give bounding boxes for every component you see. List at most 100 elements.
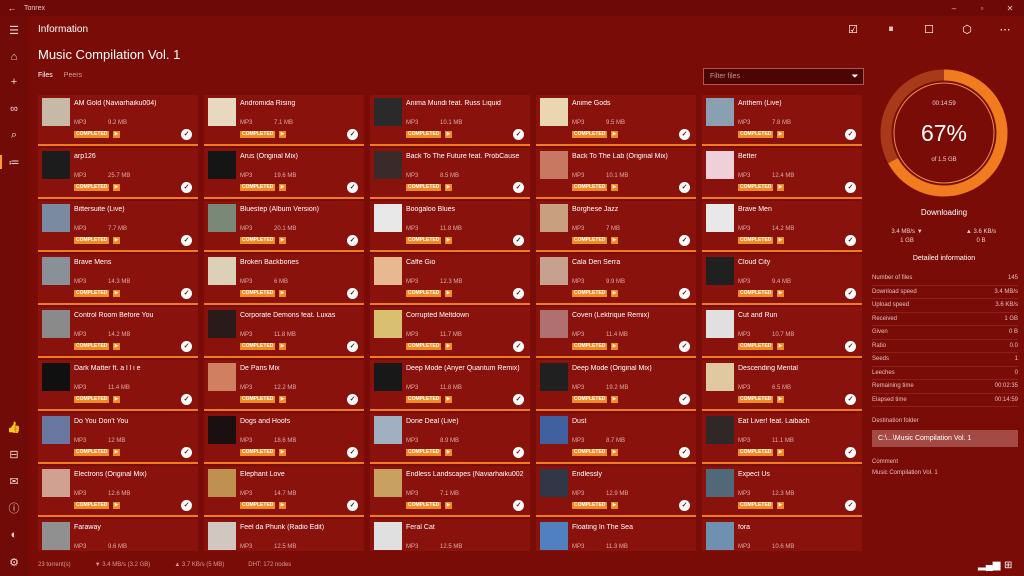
list-icon[interactable]: ≔ — [0, 151, 28, 173]
check-icon[interactable]: ✓ — [347, 129, 358, 140]
play-icon[interactable]: ▶ — [445, 343, 452, 350]
file-card[interactable]: Brave Mens MP3 14.3 MB COMPLETED ▶ ✓ — [38, 254, 198, 305]
play-icon[interactable]: ▶ — [279, 502, 286, 509]
info-icon[interactable]: ⓘ — [0, 497, 28, 519]
play-icon[interactable]: ▶ — [279, 396, 286, 403]
play-icon[interactable]: ▶ — [777, 396, 784, 403]
stop-icon[interactable]: ☐ — [910, 17, 948, 41]
file-card[interactable]: Control Room Before You MP3 14.2 MB COMPLET… — [38, 307, 198, 358]
play-icon[interactable]: ▶ — [279, 290, 286, 297]
check-icon[interactable]: ✓ — [513, 447, 524, 458]
search-icon[interactable]: ⌕ — [0, 124, 28, 146]
check-icon[interactable]: ✓ — [679, 182, 690, 193]
check-icon[interactable]: ✓ — [347, 500, 358, 511]
play-icon[interactable]: ▶ — [279, 131, 286, 138]
check-icon[interactable]: ✓ — [845, 341, 856, 352]
play-icon[interactable]: ▶ — [611, 449, 618, 456]
file-card[interactable]: Floating In The SeaMP311.3 MBCOMPLETED▶✓ — [536, 519, 696, 551]
check-icon[interactable]: ✓ — [347, 447, 358, 458]
file-card[interactable]: Done Deal (Live) MP3 8.9 MB COMPLETED ▶ ✓ — [370, 413, 530, 464]
file-card[interactable]: Electrons (Original Mix) MP3 12.6 MB COMPLE… — [38, 466, 198, 517]
minimize-icon[interactable]: – — [940, 4, 968, 13]
signal-icon[interactable]: ▂▄▆ — [978, 560, 1000, 571]
file-card[interactable]: Caffe Gio MP3 12.3 MB COMPLETED ▶ ✓ — [370, 254, 530, 305]
file-card[interactable]: foraMP310.6 MBCOMPLETED▶✓ — [702, 519, 862, 551]
check-icon[interactable]: ✓ — [845, 394, 856, 405]
file-card[interactable]: Deep Mode (Anyer Quantum Remix) MP3 11.8 M… — [370, 360, 530, 411]
check-icon[interactable]: ✓ — [679, 288, 690, 299]
back-arrow-icon[interactable]: ← — [0, 3, 24, 13]
check-icon[interactable]: ✓ — [181, 129, 192, 140]
play-icon[interactable]: ▶ — [611, 502, 618, 509]
play-icon[interactable]: ▶ — [445, 396, 452, 403]
play-icon[interactable]: ▶ — [777, 502, 784, 509]
check-icon[interactable]: ✓ — [513, 235, 524, 246]
hamburger-menu-icon[interactable]: ☰ — [0, 19, 28, 41]
link-icon[interactable]: ∞ — [0, 98, 28, 120]
play-icon[interactable]: ▶ — [113, 343, 120, 350]
more-icon[interactable]: ⋯ — [986, 17, 1024, 41]
file-card[interactable]: Borghese Jazz MP3 7 MB COMPLETED ▶ ✓ — [536, 201, 696, 252]
play-icon[interactable]: ▶ — [279, 449, 286, 456]
play-icon[interactable]: ▶ — [611, 343, 618, 350]
check-icon[interactable]: ✓ — [845, 288, 856, 299]
check-icon[interactable]: ✓ — [845, 129, 856, 140]
play-icon[interactable]: ▶ — [445, 290, 452, 297]
grid-view-icon[interactable]: ⊞ — [1004, 560, 1012, 571]
file-card[interactable]: Expect Us MP3 12.3 MB COMPLETED ▶ ✓ — [702, 466, 862, 517]
play-icon[interactable]: ▶ — [445, 502, 452, 509]
maximize-icon[interactable]: ▫ — [968, 4, 996, 13]
play-icon[interactable]: ▶ — [777, 290, 784, 297]
file-card[interactable]: Andromida Rising MP3 7.1 MB COMPLETED ▶ ✓ — [204, 95, 364, 146]
check-icon[interactable]: ✓ — [679, 235, 690, 246]
play-icon[interactable]: ▶ — [777, 449, 784, 456]
file-card[interactable]: Dogs and Hoofs MP3 18.6 MB COMPLETED ▶ ✓ — [204, 413, 364, 464]
file-card[interactable]: Cloud City MP3 9.4 MB COMPLETED ▶ ✓ — [702, 254, 862, 305]
check-icon[interactable]: ✓ — [845, 500, 856, 511]
file-card[interactable]: Elephant Love MP3 14.7 MB COMPLETED ▶ ✓ — [204, 466, 364, 517]
check-icon[interactable]: ✓ — [679, 129, 690, 140]
check-icon[interactable]: ✓ — [181, 235, 192, 246]
file-card[interactable]: Endlessly MP3 12.9 MB COMPLETED ▶ ✓ — [536, 466, 696, 517]
file-card[interactable]: arp126 MP3 25.7 MB COMPLETED ▶ ✓ — [38, 148, 198, 199]
check-icon[interactable]: ✓ — [513, 288, 524, 299]
filter-input[interactable]: Filter files ⏷ — [703, 68, 864, 85]
share-icon[interactable]: ⬡ — [948, 17, 986, 41]
check-icon[interactable]: ✓ — [679, 341, 690, 352]
play-icon[interactable]: ▶ — [279, 184, 286, 191]
play-icon[interactable]: ▶ — [611, 396, 618, 403]
select-all-icon[interactable]: ☑ — [834, 17, 872, 41]
destination-field[interactable]: C:\...\Music Compilation Vol. 1 — [872, 430, 1018, 447]
play-icon[interactable]: ▶ — [445, 131, 452, 138]
file-card[interactable]: Anime Gods MP3 9.5 MB COMPLETED ▶ ✓ — [536, 95, 696, 146]
play-icon[interactable]: ▶ — [445, 184, 452, 191]
play-icon[interactable]: ▶ — [445, 449, 452, 456]
cart-icon[interactable]: ⊟ — [0, 443, 28, 465]
settings-icon[interactable]: ⚙ — [0, 551, 28, 573]
thumbs-up-icon[interactable]: 👍 — [0, 416, 28, 438]
check-icon[interactable]: ✓ — [513, 129, 524, 140]
check-icon[interactable]: ✓ — [679, 500, 690, 511]
play-icon[interactable]: ▶ — [113, 184, 120, 191]
check-icon[interactable]: ✓ — [347, 288, 358, 299]
play-icon[interactable]: ▶ — [611, 184, 618, 191]
file-card[interactable]: Brave Men MP3 14.2 MB COMPLETED ▶ ✓ — [702, 201, 862, 252]
file-card[interactable]: Cut and Run MP3 10.7 MB COMPLETED ▶ ✓ — [702, 307, 862, 358]
file-card[interactable]: Broken Backbones MP3 6 MB COMPLETED ▶ ✓ — [204, 254, 364, 305]
file-card[interactable]: Bittersuite (Live) MP3 7.7 MB COMPLETED ▶ ✓ — [38, 201, 198, 252]
tab-peers[interactable]: Peers — [64, 72, 82, 79]
file-card[interactable]: De Paris Mix MP3 12.2 MB COMPLETED ▶ ✓ — [204, 360, 364, 411]
play-icon[interactable]: ▶ — [611, 131, 618, 138]
check-icon[interactable]: ✓ — [181, 447, 192, 458]
file-card[interactable]: AM Gold (Naviarhaiku004) MP3 9.2 MB COMPLET… — [38, 95, 198, 146]
file-card[interactable]: Bluestep (Album Version) MP3 20.1 MB COMPLE… — [204, 201, 364, 252]
tab-files[interactable]: Files — [38, 72, 53, 79]
play-icon[interactable]: ▶ — [611, 237, 618, 244]
play-icon[interactable]: ▶ — [113, 237, 120, 244]
file-card[interactable]: Corrupted Meltdown MP3 11.7 MB COMPLETED ▶ ✓ — [370, 307, 530, 358]
check-icon[interactable]: ✓ — [181, 182, 192, 193]
file-card[interactable]: Dust MP3 8.7 MB COMPLETED ▶ ✓ — [536, 413, 696, 464]
play-icon[interactable]: ▶ — [445, 237, 452, 244]
file-card[interactable]: Endless Landscapes (Naviarhaiku002) MP3 7.… — [370, 466, 530, 517]
check-icon[interactable]: ✓ — [845, 235, 856, 246]
